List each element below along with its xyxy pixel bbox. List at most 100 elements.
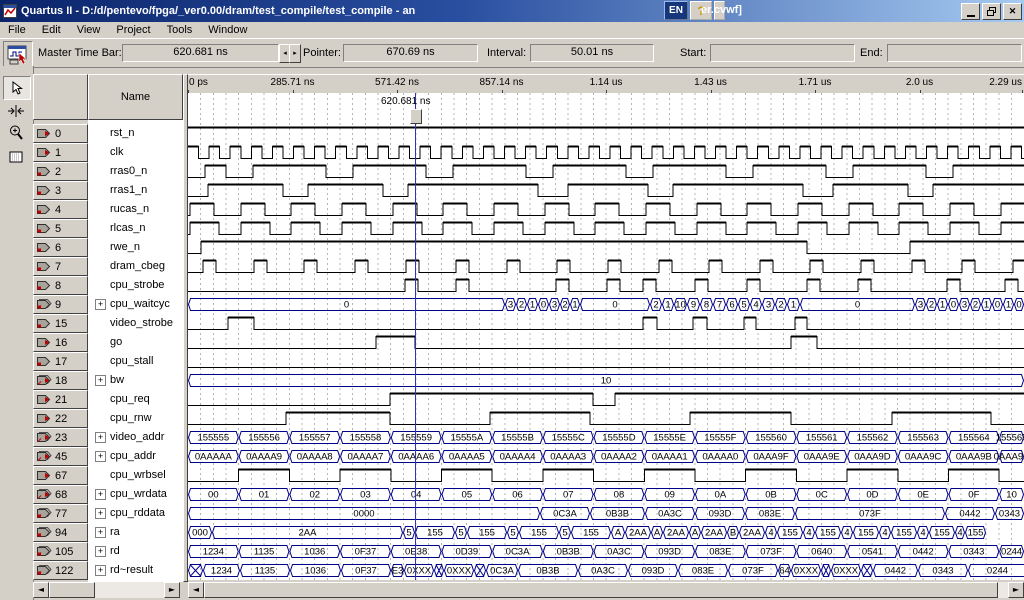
waveform-cpu-addr[interactable]: 0AAAAA0AAAA90AAAA80AAAA70AAAA60AAAA50AAA… <box>188 447 1024 466</box>
signal-number-cell-cpu-req[interactable]: 21 <box>33 390 88 409</box>
expand-icon-cpu-addr[interactable]: + <box>95 451 106 462</box>
waveform-cpu-waitcyc[interactable]: 032103210211098765432103210321010 <box>188 295 1024 314</box>
scroll-left-button[interactable]: ◄ <box>33 582 49 598</box>
close-button[interactable]: ✕ <box>1003 3 1022 20</box>
waveform-editor-button[interactable] <box>3 41 33 68</box>
master-time-bar-value[interactable]: 620.681 ns <box>122 44 279 62</box>
wave-scroll-left-button[interactable]: ◄ <box>188 582 204 598</box>
menu-item-file[interactable]: File <box>0 23 34 37</box>
expand-icon-cpu-wrdata[interactable]: + <box>95 489 106 500</box>
signal-number-cell-cpu-strobe[interactable]: 8 <box>33 276 88 295</box>
wave-scroll-right-button[interactable]: ► <box>1008 582 1024 598</box>
wave-scrollbar-thumb[interactable] <box>204 582 998 598</box>
waveform-rucas-n[interactable] <box>188 200 1024 219</box>
signal-name-cell-rucas-n[interactable]: rucas_n <box>88 200 183 219</box>
signal-number-cell-cpu-rddata[interactable]: 77 <box>33 504 88 523</box>
signal-number-cell-rwe-n[interactable]: 6 <box>33 238 88 257</box>
waveform-go[interactable] <box>188 333 1024 352</box>
menu-item-edit[interactable]: Edit <box>34 23 69 37</box>
signal-number-cell-cpu-rnw[interactable]: 22 <box>33 409 88 428</box>
signal-number-cell-rd-result[interactable]: 122 <box>33 561 88 580</box>
signal-number-cell-cpu-wrdata[interactable]: 68 <box>33 485 88 504</box>
signal-name-cell-cpu-wrdata[interactable]: +cpu_wrdata <box>88 485 183 504</box>
signal-number-cell-rst-n[interactable]: 0 <box>33 124 88 143</box>
signal-name-cell-cpu-wrbsel[interactable]: cpu_wrbsel <box>88 466 183 485</box>
signal-name-cell-rlcas-n[interactable]: rlcas_n <box>88 219 183 238</box>
edit-tool-button[interactable] <box>3 100 29 122</box>
signal-number-cell-rras1-n[interactable]: 3 <box>33 181 88 200</box>
expand-icon-cpu-waitcyc[interactable]: + <box>95 299 106 310</box>
waveform-rras1-n[interactable] <box>188 181 1024 200</box>
signal-name-cell-bw[interactable]: +bw <box>88 371 183 390</box>
menu-item-window[interactable]: Window <box>200 23 255 37</box>
waveform-video-strobe[interactable] <box>188 314 1024 333</box>
signal-name-cell-rd[interactable]: +rd <box>88 542 183 561</box>
waveform-cpu-wrdata[interactable]: 000102030405060708090A0B0C0D0E0F10 <box>188 485 1024 504</box>
signal-name-cell-cpu-stall[interactable]: cpu_stall <box>88 352 183 371</box>
full-screen-button[interactable] <box>3 146 29 168</box>
signal-number-cell-cpu-addr[interactable]: 45 <box>33 447 88 466</box>
signal-name-cell-go[interactable]: go <box>88 333 183 352</box>
signal-number-cell-bw[interactable]: 18 <box>33 371 88 390</box>
waveform-cpu-strobe[interactable] <box>188 276 1024 295</box>
signal-name-cell-rd-result[interactable]: +rd~result <box>88 561 183 580</box>
expand-icon-ra[interactable]: + <box>95 527 106 538</box>
expand-icon-video-addr[interactable]: + <box>95 432 106 443</box>
master-time-next-button[interactable]: ▸ <box>289 44 301 63</box>
waveform-rwe-n[interactable] <box>188 238 1024 257</box>
waveform-cpu-wrbsel[interactable] <box>188 466 1024 485</box>
signal-name-cell-cpu-waitcyc[interactable]: +cpu_waitcyc <box>88 295 183 314</box>
signal-name-cell-ra[interactable]: +ra <box>88 523 183 542</box>
signal-name-cell-cpu-rddata[interactable]: +cpu_rddata <box>88 504 183 523</box>
expand-icon-rd-result[interactable]: + <box>95 565 106 576</box>
waveform-rd[interactable]: 1234113510360F370E380D390C3A0B3B0A3C093D… <box>188 542 1024 561</box>
master-time-cursor[interactable] <box>415 93 416 580</box>
waveform-canvas[interactable]: 620.681 ns032103210211098765432103210321… <box>188 93 1024 580</box>
scroll-right-button[interactable]: ► <box>164 582 180 598</box>
signal-number-cell-cpu-waitcyc[interactable]: 9 <box>33 295 88 314</box>
signal-number-cell-video-strobe[interactable]: 15 <box>33 314 88 333</box>
name-scrollbar-thumb[interactable] <box>49 582 95 598</box>
signal-number-cell-ra[interactable]: 94 <box>33 523 88 542</box>
waveform-video-addr[interactable]: 15555515555615555715555815555915555A1555… <box>188 428 1024 447</box>
signal-name-cell-video-addr[interactable]: +video_addr <box>88 428 183 447</box>
waveform-scrollbar[interactable]: ◄ ► <box>188 582 1024 598</box>
signal-number-cell-cpu-stall[interactable]: 17 <box>33 352 88 371</box>
waveform-dram-cbeg[interactable] <box>188 257 1024 276</box>
signal-number-cell-cpu-wrbsel[interactable]: 67 <box>33 466 88 485</box>
signal-name-cell-clk[interactable]: clk <box>88 143 183 162</box>
signal-name-cell-cpu-strobe[interactable]: cpu_strobe <box>88 276 183 295</box>
master-time-marker-handle[interactable] <box>410 109 422 124</box>
waveform-ra[interactable]: 0002AA5155515551555155A2AAA2AAA2AAB2AA41… <box>188 523 1024 542</box>
signal-name-cell-dram-cbeg[interactable]: dram_cbeg <box>88 257 183 276</box>
waveform-clk[interactable] <box>188 143 1024 162</box>
signal-number-cell-rucas-n[interactable]: 4 <box>33 200 88 219</box>
waveform-cpu-rnw[interactable] <box>188 409 1024 428</box>
signal-name-cell-cpu-rnw[interactable]: cpu_rnw <box>88 409 183 428</box>
waveform-rd-result[interactable]: 1234113510360F37E30XXX0XXX0C3A0B3B0A3C09… <box>188 561 1024 580</box>
signal-number-cell-dram-cbeg[interactable]: 7 <box>33 257 88 276</box>
signal-number-cell-rd[interactable]: 105 <box>33 542 88 561</box>
signal-number-cell-clk[interactable]: 1 <box>33 143 88 162</box>
signal-name-cell-cpu-addr[interactable]: +cpu_addr <box>88 447 183 466</box>
signal-name-cell-rwe-n[interactable]: rwe_n <box>88 238 183 257</box>
expand-icon-rd[interactable]: + <box>95 546 106 557</box>
restore-button[interactable] <box>982 3 1001 20</box>
signal-name-cell-video-strobe[interactable]: video_strobe <box>88 314 183 333</box>
minimize-button[interactable] <box>961 3 980 20</box>
menu-item-view[interactable]: View <box>69 23 109 37</box>
time-ruler[interactable]: 0 ps285.71 ns571.42 ns857.14 ns1.14 us1.… <box>188 74 1024 95</box>
selection-tool-button[interactable] <box>3 76 31 100</box>
waveform-rst-n[interactable] <box>188 124 1024 143</box>
signal-number-cell-rlcas-n[interactable]: 5 <box>33 219 88 238</box>
signal-number-cell-go[interactable]: 16 <box>33 333 88 352</box>
signal-number-cell-video-addr[interactable]: 23 <box>33 428 88 447</box>
zoom-tool-button[interactable] <box>3 122 29 144</box>
waveform-cpu-stall[interactable] <box>188 352 1024 371</box>
signal-number-cell-rras0-n[interactable]: 2 <box>33 162 88 181</box>
end-value[interactable] <box>887 44 1022 62</box>
waveform-bw[interactable]: 10 <box>188 371 1024 390</box>
signal-name-cell-rras0-n[interactable]: rras0_n <box>88 162 183 181</box>
waveform-rras0-n[interactable] <box>188 162 1024 181</box>
menu-item-project[interactable]: Project <box>108 23 158 37</box>
